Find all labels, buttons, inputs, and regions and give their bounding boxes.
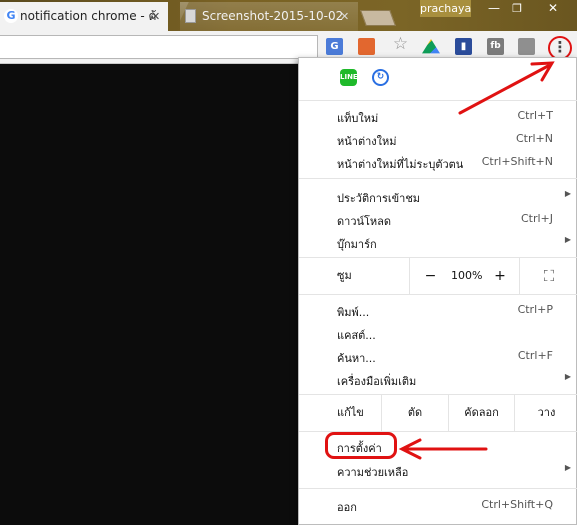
zoom-in-button[interactable]: + (481, 258, 519, 294)
menu-item-label: เครื่องมือเพิ่มเติม (337, 375, 417, 388)
menu-separator (299, 294, 577, 295)
tab-title: notification chrome - ต้ (20, 9, 157, 23)
cut-button[interactable]: ตัด (381, 395, 448, 431)
zoom-level: 100% (451, 269, 483, 282)
bookmark-star-icon[interactable]: ☆ (392, 36, 409, 53)
menu-item-label: หน้าต่างใหม่ที่ไม่ระบุตัวตน (337, 158, 464, 171)
drive-icon[interactable] (422, 39, 440, 54)
zoom-label: ซูม (337, 269, 352, 282)
submenu-arrow-icon: ▶ (564, 463, 571, 472)
menu-item-history[interactable]: ประวัติการเข้าชม ▶ (299, 185, 577, 207)
copy-button[interactable]: คัดลอก (448, 395, 514, 431)
menu-item-print[interactable]: พิมพ์... Ctrl+P (299, 299, 577, 321)
menu-item-downloads[interactable]: ดาวน์โหลด Ctrl+J (299, 208, 577, 230)
menu-item-shortcut: Ctrl+T (517, 109, 553, 122)
menu-item-shortcut: Ctrl+N (515, 132, 553, 145)
menu-item-label: ประวัติการเข้าชม (337, 192, 421, 205)
zoom-out-button[interactable]: − (409, 258, 451, 294)
submenu-arrow-icon: ▶ (564, 189, 571, 198)
menu-item-find[interactable]: ค้นหา... Ctrl+F (299, 345, 577, 367)
edit-row: แก้ไข ตัด คัดลอก วาง (299, 395, 577, 431)
office-icon[interactable] (358, 38, 375, 55)
menu-item-label: แท็บใหม่ (337, 112, 379, 125)
profile-button[interactable]: prachaya (420, 0, 471, 17)
paste-button[interactable]: วาง (514, 395, 577, 431)
menu-item-new-tab[interactable]: แท็บใหม่ Ctrl+T (299, 105, 577, 127)
menu-item-label: ดาวน์โหลด (337, 215, 392, 228)
tab-close-icon[interactable]: ✕ (151, 2, 160, 31)
maximize-icon[interactable]: ❐ (507, 0, 527, 17)
tab-close-icon[interactable]: ✕ (340, 2, 349, 31)
address-bar[interactable] (0, 35, 318, 59)
new-tab-button[interactable] (360, 10, 396, 26)
facebook-icon[interactable]: fb (487, 38, 504, 55)
edit-label: แก้ไข (337, 406, 364, 419)
tab-notification-chrome[interactable]: G notification chrome - ต้ ✕ (0, 2, 168, 31)
menu-item-label: บุ๊กมาร์ก (337, 238, 377, 251)
menu-item-exit[interactable]: ออก Ctrl+Shift+Q (299, 494, 577, 516)
tab-screenshot[interactable]: Screenshot-2015-10-02 ✕ (180, 2, 358, 31)
file-favicon-icon (185, 9, 196, 23)
menu-separator (299, 178, 577, 179)
menu-item-label: ออก (337, 501, 357, 514)
menu-item-shortcut: Ctrl+Shift+Q (481, 498, 553, 511)
chrome-menu: LINE ↻ แท็บใหม่ Ctrl+T หน้าต่างใหม่ Ctrl… (298, 57, 577, 525)
window-close-icon[interactable]: ✕ (533, 0, 573, 17)
calendar-icon[interactable] (518, 38, 535, 55)
menu-item-shortcut: Ctrl+Shift+N (481, 155, 553, 168)
submenu-arrow-icon: ▶ (564, 372, 571, 381)
sync-icon[interactable]: ↻ (372, 69, 389, 86)
menu-item-label: ความช่วยเหลือ (337, 466, 409, 479)
line-icon[interactable]: LINE (340, 69, 358, 86)
google-favicon-icon: G (4, 9, 18, 23)
menu-item-help[interactable]: ความช่วยเหลือ ▶ (299, 459, 577, 481)
menu-item-incognito-window[interactable]: หน้าต่างใหม่ที่ไม่ระบุตัวตน Ctrl+Shift+N (299, 151, 577, 173)
menu-item-label: ค้นหา... (337, 352, 376, 365)
menu-item-label: พิมพ์... (337, 306, 370, 319)
menu-item-label: แคสต์... (337, 329, 376, 342)
menu-item-shortcut: Ctrl+J (520, 212, 553, 225)
translate-icon[interactable]: G (326, 38, 343, 55)
menu-item-shortcut: Ctrl+F (517, 349, 553, 362)
zoom-row: ซูม − 100% + ⛶ (299, 258, 577, 294)
menu-item-more-tools[interactable]: เครื่องมือเพิ่มเติม ▶ (299, 368, 577, 390)
menu-item-bookmarks[interactable]: บุ๊กมาร์ก ▶ (299, 231, 577, 253)
menu-separator (299, 100, 577, 101)
menu-separator (299, 488, 577, 489)
menu-item-label: หน้าต่างใหม่ (337, 135, 397, 148)
menu-item-shortcut: Ctrl+P (517, 303, 553, 316)
keep-icon[interactable]: ▮ (455, 38, 472, 55)
settings-highlight-annotation (325, 432, 397, 459)
fullscreen-icon[interactable]: ⛶ (519, 258, 577, 294)
menu-item-new-window[interactable]: หน้าต่างใหม่ Ctrl+N (299, 128, 577, 150)
minimize-icon[interactable]: — (483, 0, 505, 17)
tab-title: Screenshot-2015-10-02 (202, 9, 344, 23)
submenu-arrow-icon: ▶ (564, 235, 571, 244)
title-bar: G notification chrome - ต้ ✕ Screenshot-… (0, 0, 577, 31)
menu-item-cast[interactable]: แคสต์... (299, 322, 577, 344)
